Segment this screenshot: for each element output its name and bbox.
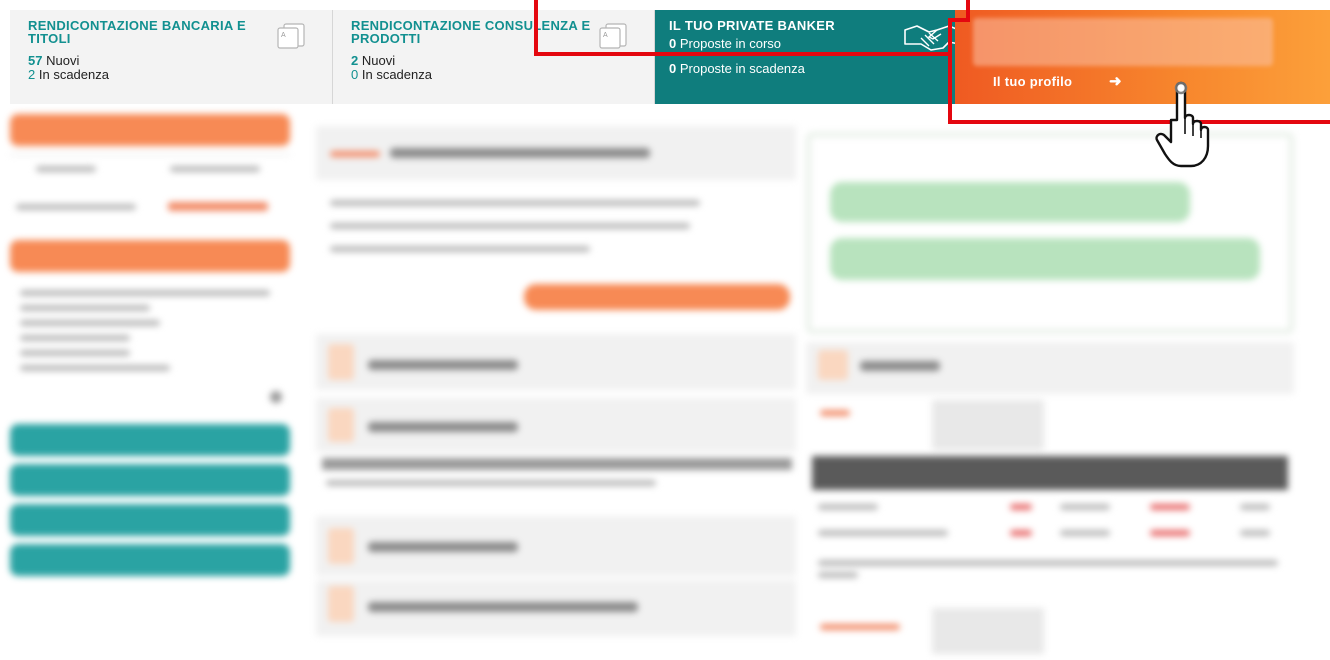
profile-link[interactable]: Il tuo profilo <box>993 74 1072 89</box>
hand-pointer-cursor <box>1155 81 1210 168</box>
tile-private-banker[interactable]: IL TUO PRIVATE BANKER 0 Proposte in cors… <box>655 10 960 104</box>
left-panel-header <box>10 114 290 146</box>
expiring-label: In scadenza <box>361 67 432 82</box>
expiring-count: 2 <box>28 67 36 82</box>
new-label: Nuovi <box>46 53 80 68</box>
proposals-count: 0 <box>669 36 677 51</box>
proposals-line: 0 Proposte in corso <box>669 37 781 50</box>
tile-title: RENDICONTAZIONE BANCARIA E TITOLI <box>28 18 246 46</box>
expiring-proposals-label: Proposte in scadenza <box>679 61 805 76</box>
left-nav-button <box>10 424 290 456</box>
new-count: 57 <box>28 53 43 68</box>
new-label: Nuovi <box>361 53 396 68</box>
new-count: 2 <box>351 53 359 68</box>
expiring-label: In scadenza <box>38 67 109 82</box>
main-content-blurred: ​ <box>0 104 1330 660</box>
svg-text:A: A <box>603 32 608 39</box>
left-nav-button <box>10 544 290 576</box>
document-icon: A <box>599 23 627 49</box>
blurred-name-pill <box>973 18 1273 66</box>
new-count-line: 57 Nuovi <box>28 54 79 67</box>
tile-profile[interactable]: Il tuo profilo ➜ <box>955 10 1330 104</box>
tile-title: IL TUO PRIVATE BANKER <box>669 18 835 33</box>
expiring-count-line: 2 In scadenza <box>28 68 109 81</box>
news-button <box>524 284 790 310</box>
expiring-count: 0 <box>351 67 359 82</box>
expiring-proposals-count: 0 <box>669 61 677 76</box>
proposals-label: Proposte in corso <box>679 36 782 51</box>
handshake-icon <box>904 25 960 51</box>
new-count-line: 2 Nuovi <box>351 54 395 67</box>
arrow-right-icon: ➜ <box>1109 73 1122 90</box>
expiring-count-line: 0 In scadenza <box>351 68 432 81</box>
left-nav-button <box>10 464 290 496</box>
document-icon: A <box>277 23 305 49</box>
top-summary-bar: RENDICONTAZIONE BANCARIA E TITOLI 57 Nuo… <box>10 10 1330 104</box>
promo-banner <box>806 132 1294 334</box>
tile-bank-reporting[interactable]: RENDICONTAZIONE BANCARIA E TITOLI 57 Nuo… <box>10 10 333 104</box>
left-panel-header <box>10 240 290 272</box>
markets-table-header <box>812 456 1288 490</box>
left-nav-button <box>10 504 290 536</box>
expiring-proposals-line: 0 Proposte in scadenza <box>669 62 805 75</box>
svg-text:A: A <box>281 32 286 39</box>
tile-advisory-reporting[interactable]: RENDICONTAZIONE CONSULENZA E PRODOTTI 2 … <box>333 10 655 104</box>
tile-title: RENDICONTAZIONE CONSULENZA E PRODOTTI <box>351 18 591 46</box>
